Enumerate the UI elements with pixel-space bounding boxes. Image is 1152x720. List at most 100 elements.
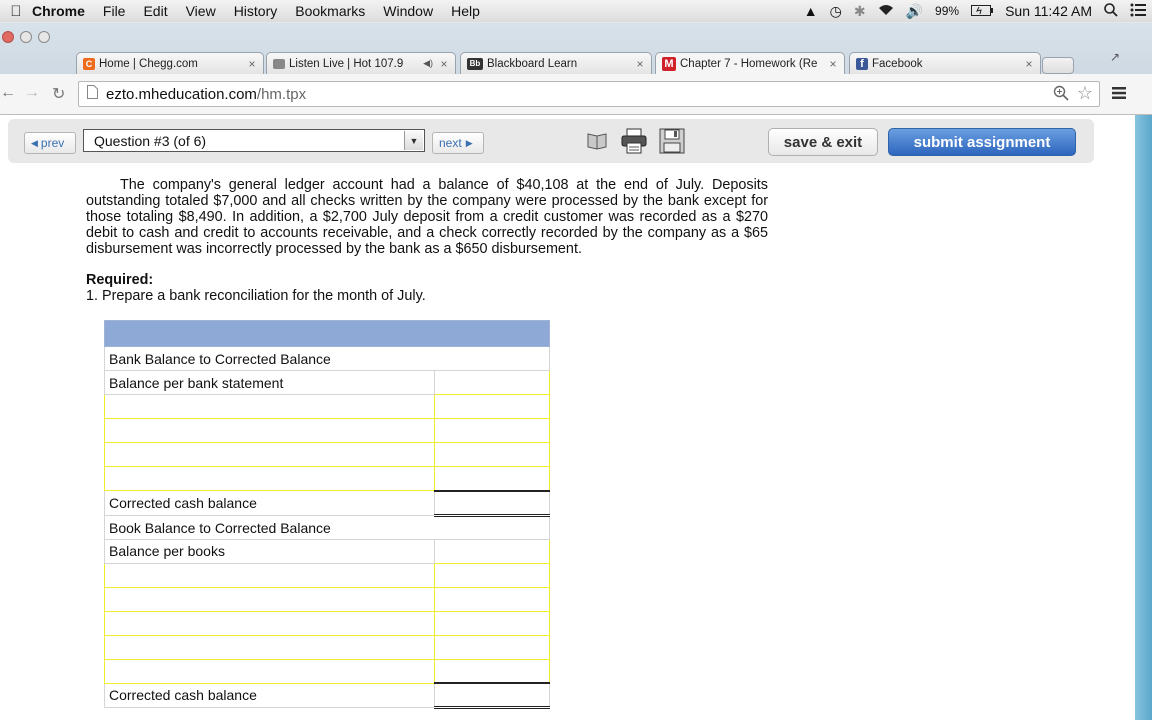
forward-arrow-icon[interactable]: →	[24, 84, 40, 102]
bank-corrected-balance-cell	[434, 489, 550, 517]
menu-history[interactable]: History	[234, 3, 278, 19]
table-row: Balance per books	[103, 538, 550, 564]
mac-menubar:  Chrome File Edit View History Bookmark…	[0, 0, 1152, 23]
book-balance-label: Balance per books	[103, 538, 436, 564]
notification-icon[interactable]: ▲	[804, 3, 818, 19]
prev-button[interactable]: ◀ prev	[24, 132, 76, 154]
bank-adjustment-label-cell	[103, 394, 436, 419]
book-adjustment-amount-input[interactable]	[435, 636, 549, 658]
menu-app-name[interactable]: Chrome	[32, 3, 85, 19]
book-balance-cell	[434, 538, 550, 564]
bank-adjustment-label-input[interactable]	[109, 419, 435, 442]
book-section-heading: Book Balance to Corrected Balance	[104, 514, 550, 540]
bluetooth-icon[interactable]: ✱	[854, 3, 866, 20]
bank-corrected-balance-input[interactable]	[435, 491, 549, 514]
volume-icon[interactable]: 🔊	[906, 3, 923, 20]
time-machine-icon[interactable]: ◷	[830, 3, 842, 20]
bank-adjustment-label-input[interactable]	[109, 467, 435, 490]
bookmark-star-icon[interactable]: ☆	[1077, 83, 1093, 104]
tab-title: Facebook	[872, 57, 923, 70]
close-window-button[interactable]	[2, 31, 14, 43]
table-row	[103, 562, 550, 588]
new-tab-button[interactable]	[1042, 57, 1074, 74]
menu-window[interactable]: Window	[383, 3, 433, 19]
menu-edit[interactable]: Edit	[143, 3, 167, 19]
book-adjustment-label-input[interactable]	[109, 636, 435, 658]
page-content: ◀ prev Question #3 (of 6) ▼ next ▶ save …	[0, 115, 1135, 720]
book-adjustment-label-cell	[103, 586, 436, 612]
bank-balance-cell	[434, 370, 550, 395]
back-arrow-icon[interactable]: ←	[0, 84, 16, 102]
question-select-value: Question #3 (of 6)	[94, 132, 207, 149]
spotlight-icon[interactable]	[1104, 2, 1118, 20]
bank-section-heading: Bank Balance to Corrected Balance	[104, 346, 550, 371]
zoom-icon[interactable]	[1053, 85, 1069, 105]
book-adjustment-amount-input[interactable]	[435, 612, 549, 634]
close-tab-icon[interactable]: ×	[633, 57, 647, 71]
radio-favicon-icon	[273, 58, 285, 69]
url-path: /hm.tpx	[256, 85, 307, 103]
book-adjustment-label-input[interactable]	[109, 588, 435, 610]
tab-blackboard[interactable]: Bb Blackboard Learn ×	[460, 52, 652, 74]
save-and-exit-button[interactable]: save & exit	[768, 128, 878, 156]
table-row	[103, 634, 550, 660]
fullscreen-icon[interactable]: ↗	[1110, 50, 1120, 64]
close-tab-icon[interactable]: ×	[826, 57, 840, 71]
battery-percent[interactable]: 99%	[935, 4, 959, 18]
mcgraw-hill-favicon-icon: M	[662, 57, 676, 71]
tab-facebook[interactable]: f Facebook ×	[849, 52, 1041, 74]
notification-center-icon[interactable]	[1130, 3, 1146, 20]
book-adjustment-label-input[interactable]	[109, 612, 435, 634]
bank-adjustment-amount-input[interactable]	[435, 395, 549, 418]
next-button[interactable]: next ▶	[432, 132, 484, 154]
bank-adjustment-label-input[interactable]	[109, 443, 435, 466]
save-disk-icon[interactable]	[658, 127, 685, 154]
tab-listen-live[interactable]: Listen Live | Hot 107.9 ◀) ×	[266, 52, 456, 74]
address-bar[interactable]: ezto.mheducation.com/hm.tpx ☆	[78, 81, 1100, 107]
zoom-window-button[interactable]	[38, 31, 50, 43]
tab-title: Chapter 7 - Homework (Re	[680, 58, 818, 70]
menu-view[interactable]: View	[186, 3, 216, 19]
reload-icon[interactable]: ↻	[52, 84, 65, 104]
bank-balance-input[interactable]	[435, 371, 549, 394]
bank-adjustment-amount-input[interactable]	[435, 443, 549, 466]
prev-arrow-icon: ◀	[31, 137, 38, 148]
print-icon[interactable]	[620, 127, 647, 154]
audio-playing-icon[interactable]: ◀)	[423, 58, 433, 69]
problem-text: The company's general ledger account had…	[86, 177, 768, 257]
close-tab-icon[interactable]: ×	[437, 57, 451, 71]
book-balance-input[interactable]	[435, 540, 549, 562]
bank-adjustment-label-cell	[103, 466, 436, 491]
menu-file[interactable]: File	[103, 3, 126, 19]
close-tab-icon[interactable]: ×	[245, 57, 259, 71]
bank-adjustment-amount-input[interactable]	[435, 419, 549, 442]
minimize-window-button[interactable]	[20, 31, 32, 43]
question-select[interactable]: Question #3 (of 6) ▼	[83, 129, 425, 152]
book-corrected-balance-label: Corrected cash balance	[103, 682, 436, 708]
next-label: next	[439, 136, 462, 150]
bank-reconciliation-table: Bank Balance to Corrected Balance Balanc…	[103, 320, 550, 709]
chrome-menu-icon[interactable]	[1112, 86, 1126, 105]
menu-bookmarks[interactable]: Bookmarks	[295, 3, 365, 19]
bank-adjustment-amount-cell	[434, 394, 550, 419]
battery-icon[interactable]	[971, 3, 994, 19]
submit-assignment-button[interactable]: submit assignment	[888, 128, 1076, 156]
book-adjustment-amount-input[interactable]	[435, 659, 549, 682]
bank-adjustment-label-input[interactable]	[109, 395, 435, 418]
bank-adjustment-amount-cell	[434, 418, 550, 443]
book-adjustment-label-input[interactable]	[109, 564, 435, 586]
bank-adjustment-amount-input[interactable]	[435, 467, 549, 490]
apple-icon[interactable]: 	[0, 3, 32, 20]
tab-chapter-7-homework[interactable]: M Chapter 7 - Homework (Re ×	[655, 52, 845, 75]
book-adjustment-label-input[interactable]	[109, 660, 435, 682]
wifi-icon[interactable]	[878, 3, 894, 19]
ebook-icon[interactable]	[586, 129, 612, 155]
book-adjustment-amount-input[interactable]	[435, 588, 549, 610]
book-corrected-balance-input[interactable]	[435, 684, 549, 706]
menu-help[interactable]: Help	[451, 3, 480, 19]
dropdown-arrow-icon[interactable]: ▼	[404, 131, 423, 150]
menubar-clock[interactable]: Sun 11:42 AM	[1005, 3, 1092, 19]
tab-chegg[interactable]: C Home | Chegg.com ×	[76, 52, 264, 74]
close-tab-icon[interactable]: ×	[1022, 57, 1036, 71]
book-adjustment-amount-input[interactable]	[435, 564, 549, 586]
